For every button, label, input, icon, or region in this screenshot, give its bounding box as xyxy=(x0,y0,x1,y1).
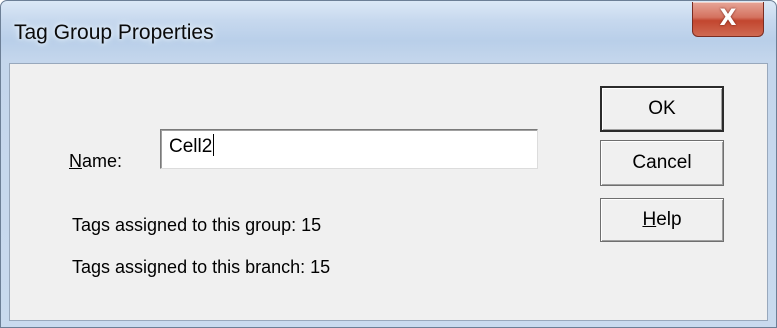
name-input[interactable]: Cell2 xyxy=(160,129,538,169)
text-caret xyxy=(213,134,215,156)
help-button-accelerator: H xyxy=(642,209,657,230)
tags-in-group-text: Tags assigned to this group: 15 xyxy=(72,215,322,235)
dialog-window: Tag Group Properties X Name: Cell2 Tags … xyxy=(0,0,777,328)
title-bar[interactable]: Tag Group Properties X xyxy=(1,1,776,63)
name-label: Name: xyxy=(69,151,122,172)
close-button[interactable]: X xyxy=(692,2,764,37)
dialog-body: Name: Cell2 Tags assigned to this group:… xyxy=(9,63,768,321)
close-icon: X xyxy=(719,6,737,31)
cancel-button[interactable]: Cancel xyxy=(600,140,724,186)
name-label-text: ame: xyxy=(82,151,123,171)
help-button[interactable]: Help xyxy=(600,198,724,242)
name-input-value: Cell2 xyxy=(169,136,213,157)
ok-button[interactable]: OK xyxy=(600,86,724,132)
help-button-text: elp xyxy=(656,209,682,230)
window-title: Tag Group Properties xyxy=(14,21,214,44)
tags-in-branch-text: Tags assigned to this branch: 15 xyxy=(72,257,331,277)
name-label-accelerator: N xyxy=(69,151,82,171)
